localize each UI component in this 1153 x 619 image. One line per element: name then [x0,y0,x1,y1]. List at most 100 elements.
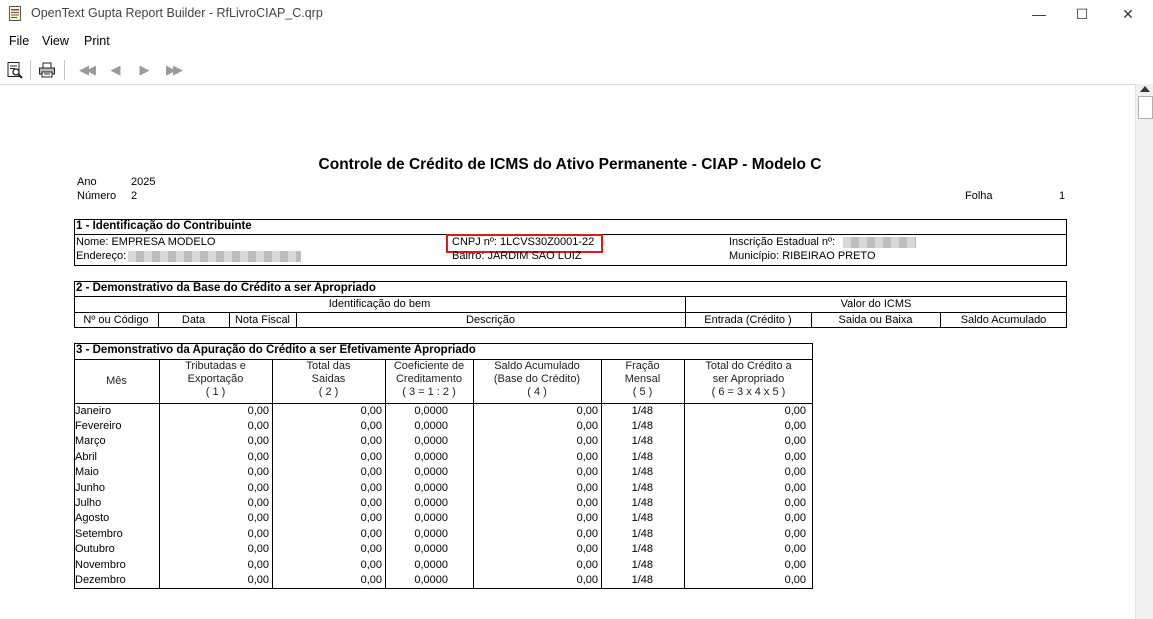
value-cell-c5: 1/48 [631,466,653,479]
value-cell-c3: 0,0000 [414,404,448,417]
menu-bar: File View Print [0,32,1153,52]
value-cell-c6: 0,00 [784,450,806,463]
value-cell-c6: 0,00 [784,512,806,525]
scroll-thumb[interactable] [1138,96,1153,119]
header-tributadas: Tributadas e Exportação( 1 ) [185,360,246,398]
value-cell-c6: 0,00 [784,419,806,432]
value-cell-c3: 0,0000 [414,450,448,463]
value-cell-c6: 0,00 [784,481,806,494]
print-preview-button[interactable] [5,60,25,80]
value-cell-c1: 0,00 [247,450,269,463]
col-descricao: Descrição [466,314,515,326]
endereco-field: Endereço: [76,250,127,262]
month-cell: Agosto [75,512,110,525]
value-cell-c2: 0,00 [360,527,382,540]
section2-divider [74,312,1067,313]
bairro-field: Bairro: JARDIM SAO LUIZ [452,250,582,262]
value-cell-c4: 0,00 [576,558,598,571]
group-identificacao: Identificação do bem [328,298,431,310]
value-cell-c5: 1/48 [631,543,653,556]
value-cell-c1: 0,00 [247,466,269,479]
close-button[interactable]: ✕ [1105,0,1151,28]
value-cell-c3: 0,0000 [414,573,448,586]
scroll-up-arrow-icon[interactable] [1140,86,1150,92]
value-cell-c4: 0,00 [576,450,598,463]
report-page: Controle de Crédito de ICMS do Ativo Per… [0,85,1135,619]
col-codigo: Nº ou Código [83,314,149,326]
value-cell-c2: 0,00 [360,466,382,479]
value-cell-c5: 1/48 [631,450,653,463]
maximize-button[interactable]: ☐ [1059,0,1105,28]
value-cell-c4: 0,00 [576,419,598,432]
folha-label: Folha [965,190,993,202]
col-saida: Saida ou Baixa [838,314,913,326]
value-cell-c5: 1/48 [631,558,653,571]
value-cell-c1: 0,00 [247,512,269,525]
value-cell-c5: 1/48 [631,419,653,432]
value-cell-c2: 0,00 [360,573,382,586]
ano-label: Ano [77,176,97,188]
value-cell-c6: 0,00 [784,573,806,586]
value-cell-c5: 1/48 [631,496,653,509]
ano-value: 2025 [131,176,156,188]
minimize-button[interactable]: — [1016,0,1062,28]
value-cell-c3: 0,0000 [414,558,448,571]
window-title: OpenText Gupta Report Builder - RfLivroC… [31,6,323,20]
value-cell-c1: 0,00 [247,419,269,432]
value-cell-c6: 0,00 [784,543,806,556]
value-cell-c2: 0,00 [360,512,382,525]
last-page-button[interactable]: ▶▶ [161,60,185,80]
next-page-button[interactable]: ▶ [133,60,153,80]
redacted-inscricao [843,237,916,248]
printer-icon [39,62,55,78]
value-cell-c4: 0,00 [576,496,598,509]
section2-divider [74,296,1067,297]
value-cell-c2: 0,00 [360,481,382,494]
value-cell-c1: 0,00 [247,527,269,540]
value-cell-c2: 0,00 [360,404,382,417]
value-cell-c1: 0,00 [247,481,269,494]
month-cell: Novembro [75,558,126,571]
header-fracao: Fração Mensal( 5 ) [624,360,661,398]
redacted-endereco [128,251,301,262]
header-coeficiente: Coeficiente de Creditamento( 3 = 1 : 2 ) [393,360,465,398]
toolbar-separator [64,60,65,80]
toolbar: ◀◀ ◀ ▶ ▶▶ [0,56,1153,84]
month-cell: Maio [75,466,99,479]
section2-title: 2 - Demonstrativo da Base do Crédito a s… [76,282,376,294]
value-cell-c6: 0,00 [784,558,806,571]
month-cell: Dezembro [75,573,126,586]
inscricao-field: Inscrição Estadual nº: [729,236,836,248]
value-cell-c5: 1/48 [631,481,653,494]
col-nota-fiscal: Nota Fiscal [234,314,291,326]
section1-title: 1 - Identificação do Contribuinte [76,220,252,232]
previous-page-button[interactable]: ◀ [104,60,124,80]
value-cell-c3: 0,0000 [414,496,448,509]
menu-print[interactable]: Print [84,34,110,48]
month-cell: Janeiro [75,404,112,417]
value-cell-c1: 0,00 [247,404,269,417]
col-entrada: Entrada (Crédito ) [704,314,792,326]
value-cell-c5: 1/48 [631,512,653,525]
value-cell-c2: 0,00 [360,496,382,509]
value-cell-c6: 0,00 [784,404,806,417]
value-cell-c4: 0,00 [576,527,598,540]
col-saldo: Saldo Acumulado [960,314,1047,326]
value-cell-c1: 0,00 [247,435,269,448]
menu-file[interactable]: File [9,34,29,48]
first-page-button[interactable]: ◀◀ [74,60,98,80]
print-button[interactable] [37,60,57,80]
folha-value: 1 [1059,190,1066,202]
value-cell-c4: 0,00 [576,466,598,479]
value-cell-c4: 0,00 [576,404,598,417]
value-cell-c1: 0,00 [247,573,269,586]
value-cell-c3: 0,0000 [414,435,448,448]
value-cell-c6: 0,00 [784,496,806,509]
value-cell-c2: 0,00 [360,435,382,448]
title-bar: OpenText Gupta Report Builder - RfLivroC… [0,0,1153,28]
col-data: Data [181,314,206,326]
value-cell-c3: 0,0000 [414,466,448,479]
menu-view[interactable]: View [42,34,69,48]
value-cell-c2: 0,00 [360,558,382,571]
section3-title: 3 - Demonstrativo da Apuração do Crédito… [76,344,476,356]
